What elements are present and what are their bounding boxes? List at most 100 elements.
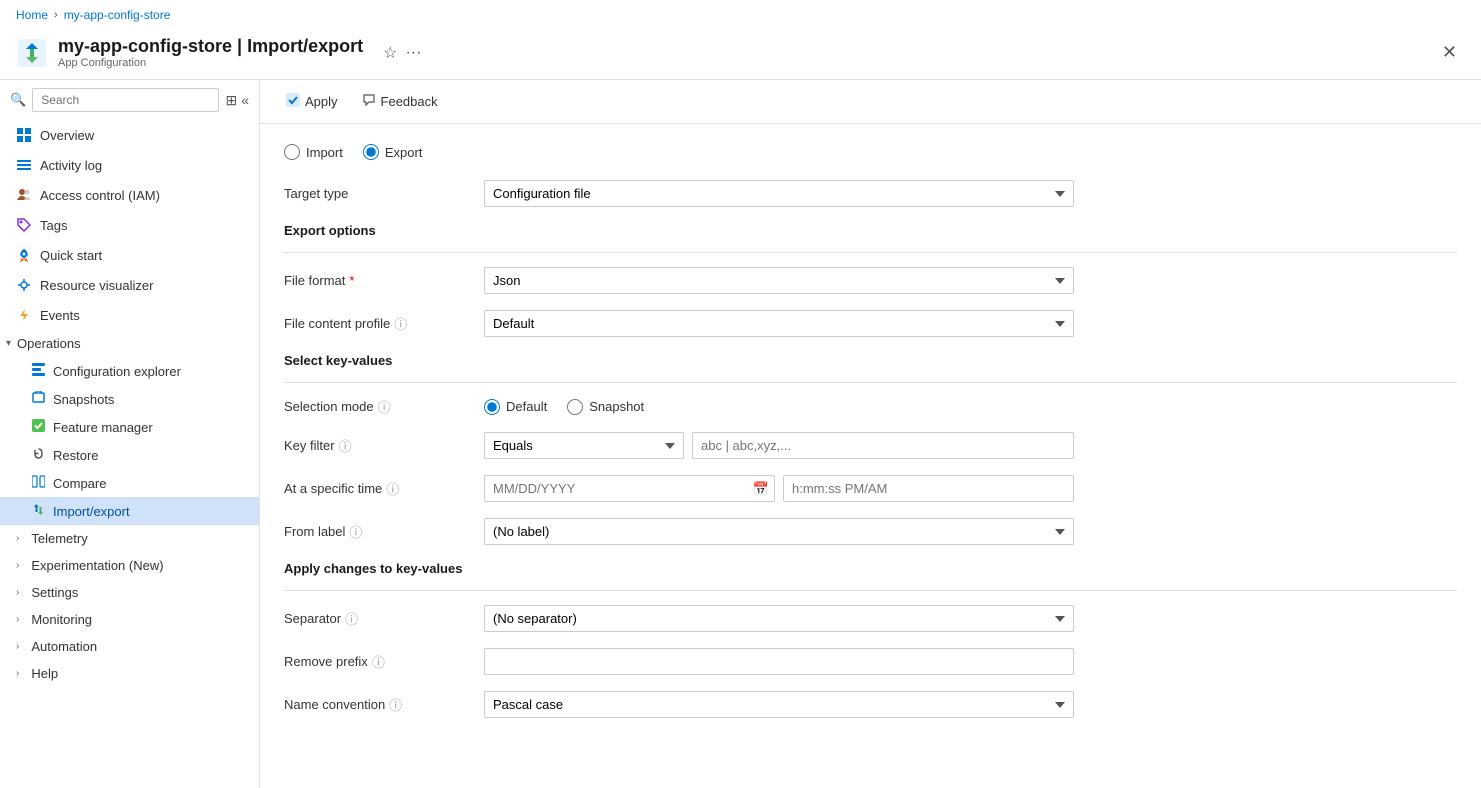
from-label-label: From label ⓘ [284,522,484,541]
breadcrumb-home[interactable]: Home [16,8,48,22]
sidebar-item-compare[interactable]: Compare [0,469,259,497]
key-filter-info-icon[interactable]: ⓘ [339,436,352,455]
key-filter-value-input[interactable] [692,432,1074,459]
apply-icon [286,93,300,110]
telemetry-chevron: › [16,533,19,544]
snapshot-mode-label[interactable]: Snapshot [567,399,644,415]
from-label-control: (No label) [484,518,1074,545]
operations-section-header[interactable]: ▾ Operations [0,330,259,357]
name-convention-row: Name convention ⓘ Pascal case Camel case… [284,691,1457,718]
sidebar-item-access-control[interactable]: Access control (IAM) [0,180,259,210]
feature-icon [32,419,45,435]
sidebar-item-feature-manager[interactable]: Feature manager [0,413,259,441]
name-convention-select[interactable]: Pascal case Camel case Upper case Lower … [484,691,1074,718]
import-radio-label[interactable]: Import [284,144,343,160]
remove-prefix-label: Remove prefix ⓘ [284,652,484,671]
export-radio-label[interactable]: Export [363,144,423,160]
more-options-icon[interactable]: ··· [405,44,421,62]
sidebar-item-snapshots[interactable]: Snapshots [0,385,259,413]
monitoring-chevron: › [16,614,19,625]
separator-select[interactable]: (No separator) . / : ; [484,605,1074,632]
filter-icon[interactable]: ⊞ [225,92,237,109]
remove-prefix-info-icon[interactable]: ⓘ [372,652,385,671]
separator-control: (No separator) . / : ; [484,605,1074,632]
file-content-profile-info-icon[interactable]: ⓘ [394,314,407,333]
rocket-icon [16,247,32,263]
separator-info-icon[interactable]: ⓘ [345,609,358,628]
import-export-icon [16,37,48,69]
remove-prefix-control [484,648,1074,675]
monitoring-section-header[interactable]: › Monitoring [0,606,259,633]
page-title: my-app-config-store | Import/export [58,36,363,57]
key-filter-operator-select[interactable]: Equals Starts with [484,432,684,459]
export-radio[interactable] [363,144,379,160]
from-label-info-icon[interactable]: ⓘ [349,522,362,541]
name-convention-info-icon[interactable]: ⓘ [389,695,402,714]
search-input[interactable] [32,88,219,112]
remove-prefix-input[interactable] [484,648,1074,675]
separator-label: Separator ⓘ [284,609,484,628]
target-type-control: Configuration file App Service Azure Kub… [484,180,1074,207]
target-type-select[interactable]: Configuration file App Service Azure Kub… [484,180,1074,207]
sidebar-item-restore[interactable]: Restore [0,441,259,469]
sidebar-item-events[interactable]: Events [0,300,259,330]
from-label-select[interactable]: (No label) [484,518,1074,545]
at-specific-time-label: At a specific time ⓘ [284,479,484,498]
telemetry-section-header[interactable]: › Telemetry [0,525,259,552]
sidebar-item-import-export[interactable]: Import/export [0,497,259,525]
sidebar-item-resource-visualizer[interactable]: Resource visualizer [0,270,259,300]
selection-mode-label: Selection mode ⓘ [284,397,484,416]
sidebar-item-config-explorer[interactable]: Configuration explorer [0,357,259,385]
default-mode-radio[interactable] [484,399,500,415]
target-type-row: Target type Configuration file App Servi… [284,180,1457,207]
feedback-button[interactable]: Feedback [352,88,448,115]
file-content-profile-select[interactable]: Default KVSet [484,310,1074,337]
breadcrumb: Home › my-app-config-store [0,0,1481,30]
file-content-profile-row: File content profile ⓘ Default KVSet [284,310,1457,337]
calendar-icon[interactable]: 📅 [753,481,769,497]
header-subtitle: App Configuration [58,57,363,69]
collapse-icon[interactable]: « [241,92,249,109]
at-specific-time-control: 📅 [484,475,1074,502]
export-options-heading: Export options [284,223,1457,238]
name-convention-label: Name convention ⓘ [284,695,484,714]
sidebar-item-quick-start[interactable]: Quick start [0,240,259,270]
feedback-icon [362,93,376,110]
search-icon: 🔍 [10,92,26,108]
favorite-icon[interactable]: ☆ [383,43,397,63]
key-filter-control: Equals Starts with [484,432,1074,459]
sidebar-item-tags[interactable]: Tags [0,210,259,240]
page-header: my-app-config-store | Import/export App … [0,30,1481,80]
file-content-profile-control: Default KVSet [484,310,1074,337]
tag-icon [16,217,32,233]
file-format-select[interactable]: Json Yaml Properties [484,267,1074,294]
sidebar-item-overview[interactable]: Overview [0,120,259,150]
experimentation-section-header[interactable]: › Experimentation (New) [0,552,259,579]
import-radio[interactable] [284,144,300,160]
settings-chevron: › [16,587,19,598]
file-format-label: File format * [284,273,484,288]
header-title-block: my-app-config-store | Import/export App … [58,36,363,69]
selection-mode-radio-group: Default Snapshot [484,399,1074,415]
selection-mode-info-icon[interactable]: ⓘ [378,397,391,416]
at-specific-time-row: At a specific time ⓘ 📅 [284,475,1457,502]
date-input[interactable] [484,475,775,502]
help-section-header[interactable]: › Help [0,660,259,687]
file-content-profile-label: File content profile ⓘ [284,314,484,333]
file-format-control: Json Yaml Properties [484,267,1074,294]
form-area: Import Export Target type Configuration … [260,124,1481,754]
apply-button[interactable]: Apply [276,88,348,115]
default-mode-label[interactable]: Default [484,399,547,415]
snapshot-mode-radio[interactable] [567,399,583,415]
export-options-divider [284,252,1457,253]
experimentation-chevron: › [16,560,19,571]
bolt-icon [16,307,32,323]
sidebar-item-activity-log[interactable]: Activity log [0,150,259,180]
settings-section-header[interactable]: › Settings [0,579,259,606]
automation-section-header[interactable]: › Automation [0,633,259,660]
breadcrumb-store[interactable]: my-app-config-store [64,8,171,22]
at-specific-time-info-icon[interactable]: ⓘ [386,479,399,498]
target-type-label: Target type [284,186,484,201]
time-input[interactable] [783,475,1074,502]
close-button[interactable]: ✕ [1434,38,1465,67]
